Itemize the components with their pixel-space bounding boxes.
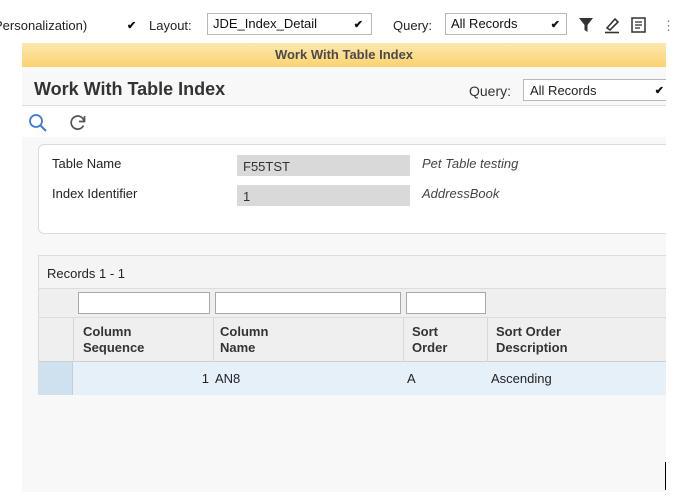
- header-line: Description: [496, 340, 568, 355]
- query-label: Query:: [393, 18, 433, 33]
- grid-records-bar: Records 1 - 1: [39, 256, 666, 289]
- index-grid: Records 1 - 1 Column Sequence Column Nam…: [38, 255, 666, 395]
- column-sequence-cell: 1: [201, 371, 209, 386]
- toolbar-overflow-icon[interactable]: ⋮: [662, 18, 675, 34]
- header-line: Name: [220, 340, 256, 355]
- table-row[interactable]: 1 AN8 A Ascending: [39, 362, 666, 395]
- personalization-label: Personalization): [0, 18, 88, 33]
- column-name-cell: AN8: [215, 371, 241, 386]
- layout-label: Layout:: [149, 18, 192, 33]
- header-line: Sort Order: [496, 324, 562, 339]
- edit-icon[interactable]: [603, 16, 621, 34]
- index-identifier-field: 1: [237, 185, 410, 206]
- column-divider: [487, 318, 488, 362]
- sort-order-header[interactable]: Sort Order: [412, 324, 447, 356]
- table-name-label: Table Name: [52, 156, 122, 171]
- chevron-down-icon: ✔: [654, 85, 664, 97]
- column-divider: [403, 318, 404, 362]
- column-divider: [73, 318, 74, 362]
- column-name-filter[interactable]: [215, 292, 401, 314]
- sort-order-description-cell: Ascending: [491, 371, 552, 386]
- index-identifier-description: AddressBook: [422, 186, 500, 201]
- grid-header-row: Column Sequence Column Name Sort Order S…: [39, 318, 666, 362]
- form-query-value: All Records: [530, 83, 597, 98]
- window-title-bar: Work With Table Index: [22, 43, 666, 67]
- top-toolbar: Personalization) ✔ Layout: JDE_Index_Det…: [0, 0, 684, 40]
- chevron-down-icon: ✔: [550, 19, 560, 31]
- personalization-dropdown[interactable]: Personalization): [0, 18, 87, 33]
- sort-order-cell: A: [407, 371, 416, 386]
- row-selector[interactable]: [39, 362, 73, 395]
- layout-value: JDE_Index_Detail: [213, 16, 318, 31]
- records-count: Records 1 - 1: [47, 266, 126, 281]
- header-line: Column: [83, 324, 132, 339]
- header-card: Table Name F55TST Pet Table testing Inde…: [38, 144, 666, 234]
- window-title: Work With Table Index: [274, 47, 414, 62]
- query-value: All Records: [451, 16, 518, 31]
- refresh-icon[interactable]: [68, 113, 88, 133]
- header-line: Sequence: [83, 340, 145, 355]
- chevron-down-icon: ✔: [353, 19, 363, 31]
- chevron-down-icon[interactable]: ✔: [127, 19, 136, 32]
- column-divider: [213, 318, 214, 362]
- form-query-select[interactable]: All Records ✔: [523, 79, 666, 101]
- table-name-field: F55TST: [237, 155, 410, 176]
- notes-icon[interactable]: [630, 16, 648, 34]
- table-name-description: Pet Table testing: [422, 156, 519, 171]
- sort-order-filter[interactable]: [406, 292, 486, 314]
- page-title: Work With Table Index: [34, 79, 226, 99]
- index-identifier-label: Index Identifier: [52, 186, 138, 201]
- header-line: Order: [412, 340, 448, 355]
- header-line: Sort: [412, 324, 438, 339]
- query-select[interactable]: All Records ✔: [445, 13, 567, 35]
- column-name-header[interactable]: Column Name: [220, 324, 268, 356]
- sort-order-description-header[interactable]: Sort Order Description: [496, 324, 568, 356]
- form-content: Work With Table Index Query: All Records…: [22, 67, 666, 492]
- header-line: Column: [220, 324, 269, 339]
- column-sequence-filter[interactable]: [78, 292, 210, 314]
- filter-icon[interactable]: [578, 16, 594, 34]
- column-sequence-header[interactable]: Column Sequence: [83, 324, 144, 356]
- text-cursor: [665, 462, 666, 490]
- search-icon[interactable]: [28, 113, 48, 133]
- layout-select[interactable]: JDE_Index_Detail ✔: [207, 13, 372, 35]
- grid-filter-row: [39, 289, 666, 318]
- action-bar: [22, 105, 666, 137]
- form-query-label: Query:: [469, 83, 512, 99]
